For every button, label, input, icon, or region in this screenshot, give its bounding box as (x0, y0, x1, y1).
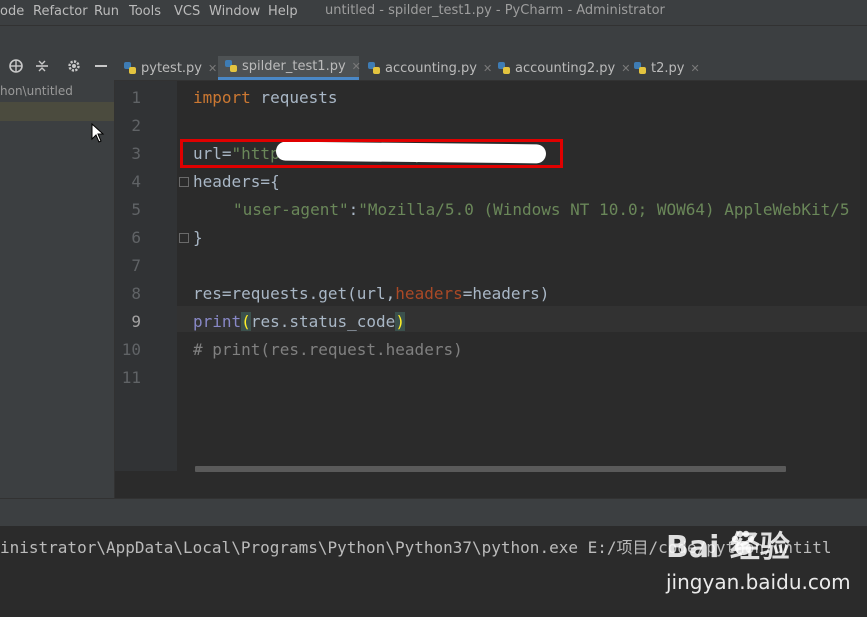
tab-accounting2[interactable]: accounting2.py ✕ (498, 56, 630, 80)
module-name: requests (250, 88, 338, 107)
menu-vcs[interactable]: VCS (174, 4, 200, 19)
line-number: 4 (131, 172, 141, 191)
python-file-icon (124, 61, 137, 75)
window-title: untitled - spilder_test1.py - PyCharm - … (325, 3, 665, 18)
minimize-icon[interactable] (93, 58, 109, 78)
status-code-expr: res.status_code (250, 312, 396, 331)
tab-label: accounting.py (385, 60, 477, 76)
tab-pytest[interactable]: pytest.py ✕ (124, 56, 224, 80)
tab-label: spilder_test1.py (242, 59, 346, 74)
code-line-10: # print(res.request.headers) (193, 340, 463, 359)
tab-spilder-test1[interactable]: spilder_test1.py ✕ (218, 56, 361, 80)
tab-accounting[interactable]: accounting.py ✕ (368, 56, 498, 80)
line-number: 3 (131, 144, 141, 163)
menu-code[interactable]: ode (0, 4, 24, 19)
python-file-icon (368, 61, 381, 75)
python-file-icon (225, 60, 238, 73)
menu-run[interactable]: Run (94, 4, 119, 19)
horizontal-scrollbar[interactable] (195, 466, 786, 472)
tab-label: accounting2.py (515, 60, 616, 76)
python-file-icon (634, 61, 647, 75)
menu-window[interactable]: Window (209, 4, 260, 19)
code-line-1: import requests (193, 88, 338, 107)
tab-t2[interactable]: t2.py ✕ (634, 56, 714, 80)
baidu-watermark: Bai 经验 jingyan.baidu.com (666, 522, 866, 602)
tab-label: pytest.py (141, 60, 202, 76)
close-icon[interactable]: ✕ (352, 60, 361, 73)
line-number: 7 (131, 256, 141, 275)
headers-param: headers (395, 284, 463, 303)
line-number: 1 (131, 88, 141, 107)
keyword-import: import (193, 88, 251, 107)
editor-tab-bar: pytest.py ✕ spilder_test1.py ✕ accountin… (115, 56, 867, 81)
code-line-6: } (193, 228, 203, 247)
menu-bar: ode Refactor Run Tools VCS Window Help u… (0, 0, 867, 25)
baidu-paw-icon (728, 528, 758, 558)
project-toolbar (0, 56, 115, 80)
globe-icon[interactable] (8, 58, 24, 78)
comment: # print(res.request.headers) (193, 340, 463, 359)
project-path[interactable]: hon\untitled (0, 84, 73, 98)
line-number: 6 (131, 228, 141, 247)
mouse-cursor-icon (91, 122, 105, 147)
gear-icon[interactable] (66, 58, 82, 78)
matched-paren: ( (241, 312, 251, 331)
headers-assignment: headers={ (193, 172, 280, 191)
user-agent-key: "user-agent" (233, 200, 349, 219)
line-number-gutter: 1 2 3 4 5 6 7 8 9 10 11 (115, 81, 189, 471)
fold-icon[interactable] (179, 177, 189, 187)
close-icon[interactable]: ✕ (208, 62, 217, 75)
closing-brace: } (193, 228, 203, 247)
highlight-box (180, 139, 563, 168)
print-builtin: print (193, 312, 242, 331)
code-line-4: headers={ (193, 172, 280, 191)
close-icon[interactable]: ✕ (621, 62, 630, 75)
line-number: 2 (131, 116, 141, 135)
requests-get-call: res=requests.get(url, (193, 284, 396, 303)
matched-paren: ) (395, 312, 405, 331)
line-number: 11 (121, 368, 141, 387)
user-agent-value: "Mozilla/5.0 (Windows NT 10.0; WOW64) Ap… (358, 200, 850, 219)
collapse-icon[interactable] (34, 58, 50, 78)
navigation-bar (0, 25, 867, 56)
tab-label: t2.py (651, 60, 685, 76)
watermark-site: jingyan.baidu.com (666, 570, 851, 594)
python-file-icon (498, 61, 511, 75)
close-icon[interactable]: ✕ (690, 62, 699, 75)
current-line-number: 9 (131, 312, 141, 331)
close-icon[interactable]: ✕ (483, 62, 492, 75)
selected-tree-row[interactable] (0, 102, 114, 121)
menu-tools[interactable]: Tools (129, 4, 161, 19)
colon: : (348, 200, 359, 219)
code-line-5: "user-agent":"Mozilla/5.0 (Windows NT 10… (233, 200, 850, 219)
code-line-9: print(res.status_code) (193, 312, 405, 331)
headers-arg: =headers) (462, 284, 550, 303)
fold-icon[interactable] (179, 233, 189, 243)
code-line-8: res=requests.get(url,headers=headers) (193, 284, 549, 303)
line-number: 8 (131, 284, 141, 303)
line-number: 10 (121, 340, 141, 359)
menu-refactor[interactable]: Refactor (33, 4, 88, 19)
line-number: 5 (131, 200, 141, 219)
menu-help[interactable]: Help (268, 4, 298, 19)
